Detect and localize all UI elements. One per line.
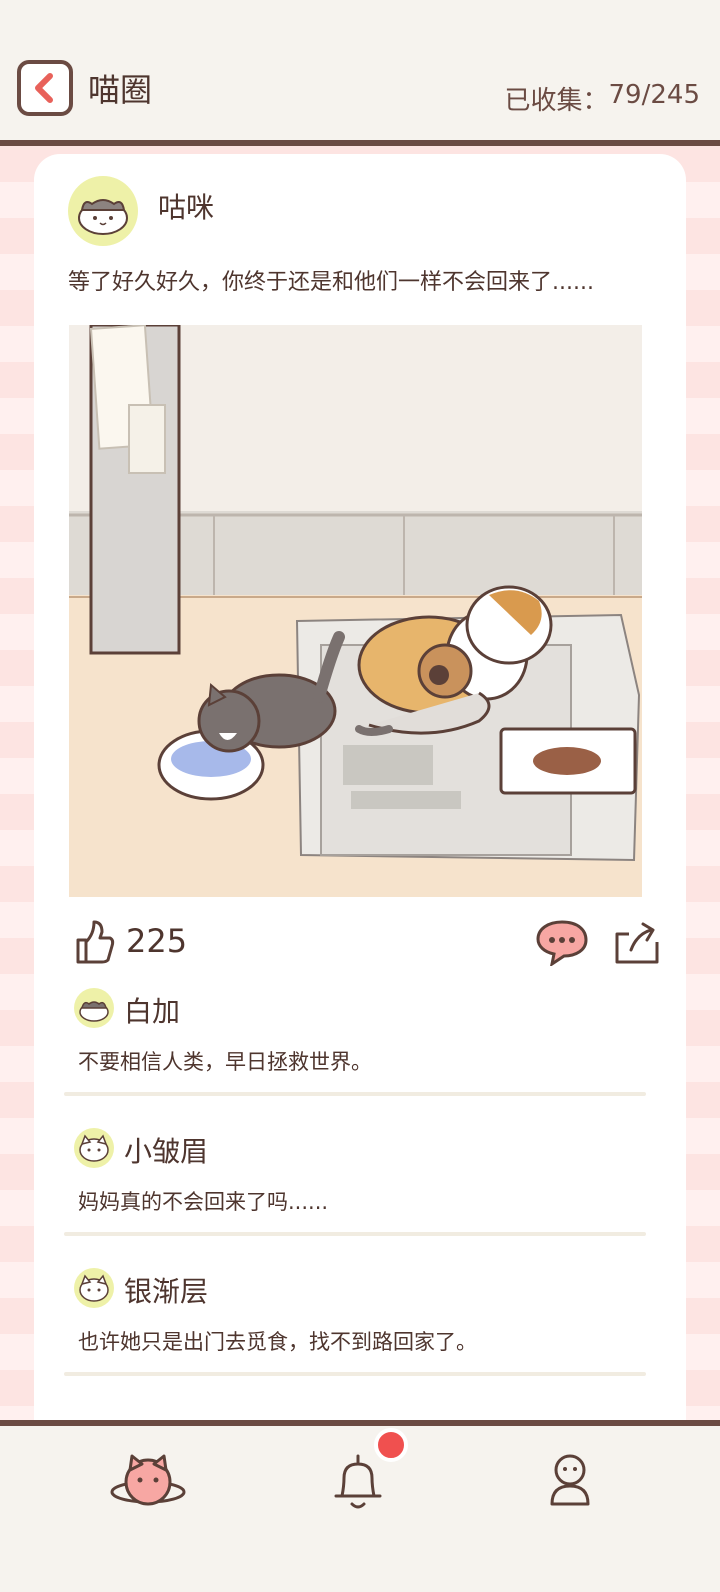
person-icon[interactable] bbox=[546, 1452, 594, 1512]
commenter-avatar[interactable] bbox=[74, 1268, 114, 1308]
cat-avatar-icon bbox=[78, 199, 128, 235]
comment-divider bbox=[64, 1092, 646, 1096]
post-image[interactable] bbox=[69, 325, 642, 897]
post-card: 咕咪 等了好久好久，你终于还是和他们一样不会回来了...... 225 白加 不… bbox=[34, 154, 686, 1454]
collection-counter: 已收集： 79/245 bbox=[505, 80, 701, 117]
comment-text: 也许她只是出门去觅食，找不到路回家了。 bbox=[78, 1330, 477, 1354]
speech-bubble-icon[interactable] bbox=[534, 918, 590, 966]
author-name[interactable]: 咕咪 bbox=[158, 186, 214, 226]
cats-illustration bbox=[69, 325, 642, 897]
page-title: 喵圈 bbox=[88, 71, 153, 109]
chevron-left-icon bbox=[35, 73, 53, 103]
cat-planet-icon[interactable] bbox=[110, 1452, 186, 1512]
header: 喵圈 已收集： 79/245 bbox=[0, 0, 720, 140]
post-actions: 225 bbox=[68, 914, 659, 974]
share-icon[interactable] bbox=[611, 918, 663, 966]
comment-divider bbox=[64, 1372, 646, 1376]
commenter-avatar[interactable] bbox=[74, 988, 114, 1028]
collected-value: 79/245 bbox=[608, 80, 700, 110]
commenter-name[interactable]: 小皱眉 bbox=[124, 1130, 208, 1170]
cat-avatar-icon bbox=[79, 1134, 109, 1162]
collected-label: 已收集： bbox=[504, 86, 609, 116]
comment-text: 不要相信人类，早日拯救世界。 bbox=[78, 1050, 372, 1074]
commenter-name[interactable]: 白加 bbox=[124, 990, 180, 1030]
cat-avatar-icon bbox=[79, 1001, 109, 1022]
back-button[interactable] bbox=[17, 60, 73, 116]
post-text: 等了好久好久，你终于还是和他们一样不会回来了...... bbox=[68, 270, 594, 295]
commenter-name[interactable]: 银渐层 bbox=[124, 1270, 208, 1310]
cat-avatar-icon bbox=[79, 1274, 109, 1302]
comment-text: 妈妈真的不会回来了吗...... bbox=[78, 1190, 329, 1214]
notification-badge bbox=[374, 1428, 408, 1462]
bell-icon[interactable] bbox=[332, 1452, 384, 1512]
bottom-nav bbox=[0, 1426, 720, 1592]
like-count: 225 bbox=[126, 922, 188, 960]
comment-divider bbox=[64, 1232, 646, 1236]
author-avatar[interactable] bbox=[68, 176, 138, 246]
thumbs-up-icon[interactable] bbox=[72, 918, 116, 966]
commenter-avatar[interactable] bbox=[74, 1128, 114, 1168]
